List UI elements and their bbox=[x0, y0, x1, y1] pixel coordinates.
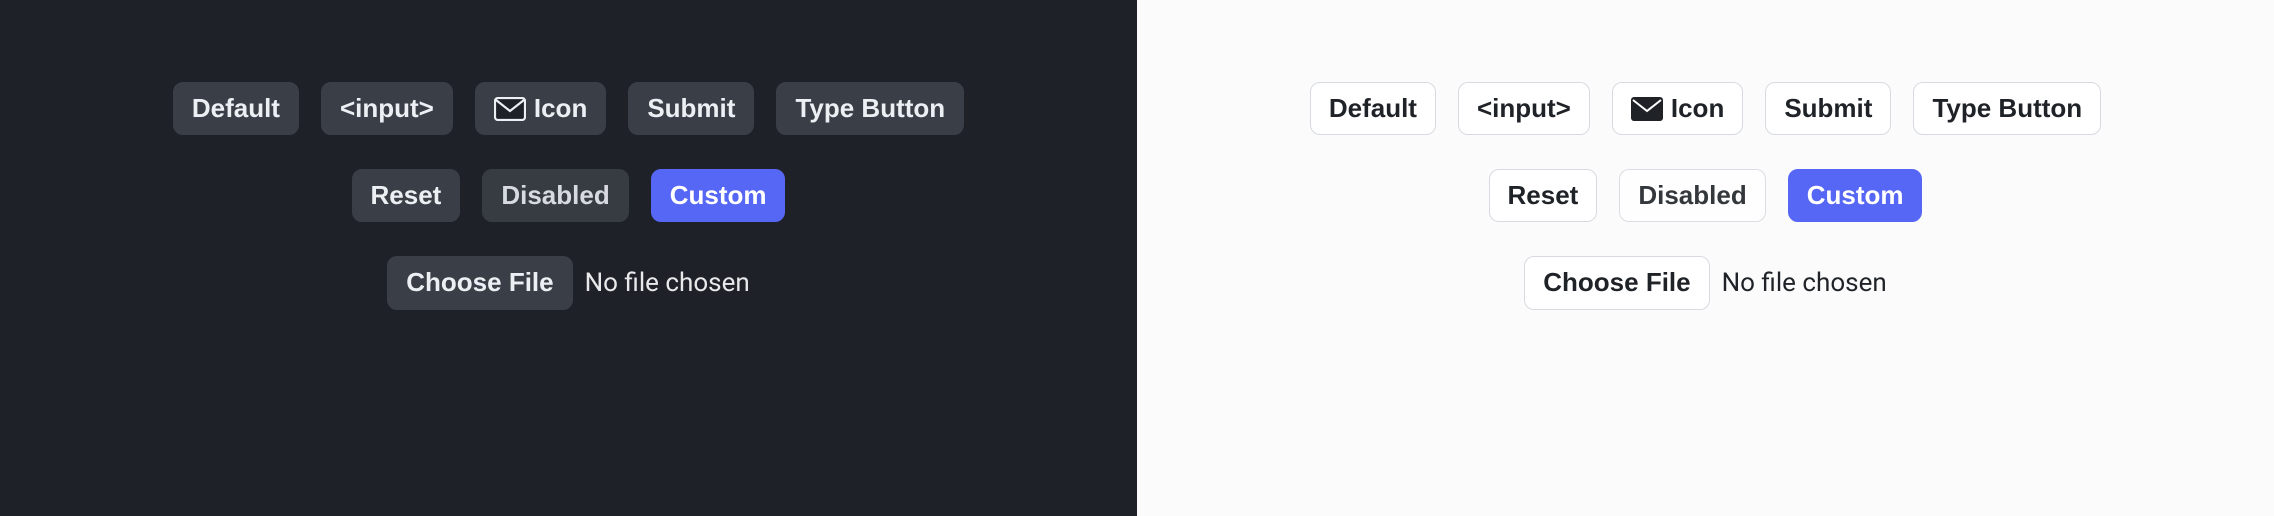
default-button[interactable]: Default bbox=[1310, 82, 1436, 135]
light-theme-panel: Default <input> Icon Submit Type Button … bbox=[1137, 0, 2274, 516]
button-row-1: Default <input> Icon Submit Type Button bbox=[173, 82, 964, 135]
mail-icon bbox=[1631, 97, 1663, 121]
disabled-button: Disabled bbox=[482, 169, 628, 222]
disabled-button: Disabled bbox=[1619, 169, 1765, 222]
file-status-label: No file chosen bbox=[585, 268, 750, 298]
choose-file-button[interactable]: Choose File bbox=[1524, 256, 1709, 309]
dark-theme-panel: Default <input> Icon Submit Type Button … bbox=[0, 0, 1137, 516]
button-row-2: Reset Disabled Custom bbox=[1489, 169, 1923, 222]
type-button[interactable]: Type Button bbox=[776, 82, 964, 135]
file-input-row: Choose File No file chosen bbox=[1524, 256, 1886, 309]
file-status-label: No file chosen bbox=[1722, 268, 1887, 298]
reset-button[interactable]: Reset bbox=[352, 169, 461, 222]
reset-button[interactable]: Reset bbox=[1489, 169, 1598, 222]
button-row-1: Default <input> Icon Submit Type Button bbox=[1310, 82, 2101, 135]
icon-button-label: Icon bbox=[1671, 93, 1724, 124]
submit-button[interactable]: Submit bbox=[1765, 82, 1891, 135]
icon-button[interactable]: Icon bbox=[475, 82, 606, 135]
button-row-2: Reset Disabled Custom bbox=[352, 169, 786, 222]
custom-button[interactable]: Custom bbox=[1788, 169, 1923, 222]
icon-button-label: Icon bbox=[534, 93, 587, 124]
icon-button[interactable]: Icon bbox=[1612, 82, 1743, 135]
file-input-row: Choose File No file chosen bbox=[387, 256, 749, 309]
mail-icon bbox=[494, 97, 526, 121]
custom-button[interactable]: Custom bbox=[651, 169, 786, 222]
type-button[interactable]: Type Button bbox=[1913, 82, 2101, 135]
default-button[interactable]: Default bbox=[173, 82, 299, 135]
choose-file-button[interactable]: Choose File bbox=[387, 256, 572, 309]
submit-button[interactable]: Submit bbox=[628, 82, 754, 135]
input-button[interactable]: <input> bbox=[321, 82, 453, 135]
input-button[interactable]: <input> bbox=[1458, 82, 1590, 135]
